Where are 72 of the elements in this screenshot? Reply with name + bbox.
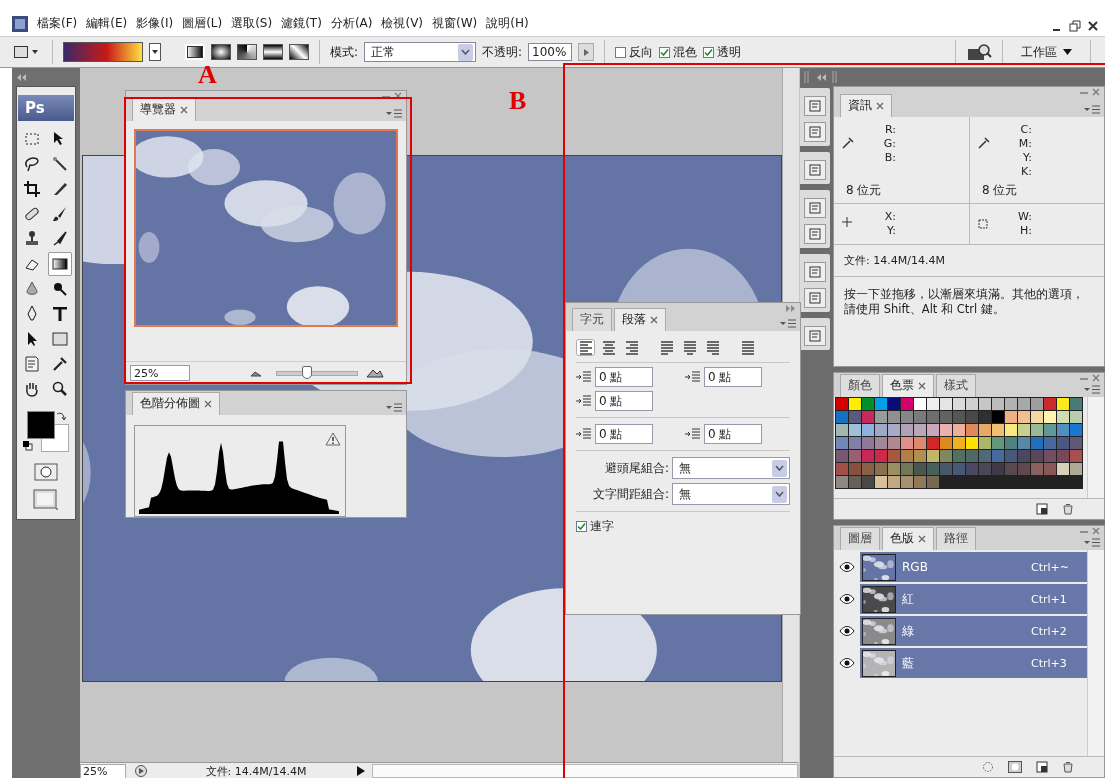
checkbox-label: 連字 — [590, 518, 614, 535]
dropdown[interactable]: 無 — [672, 483, 790, 505]
channel-row[interactable]: 綠 Ctrl+2 — [860, 616, 1087, 646]
info-label: B: — [884, 151, 896, 165]
menu-item[interactable]: 說明(H) — [486, 15, 529, 32]
channel-name: 紅 — [902, 590, 915, 608]
annotation-label: A — [198, 62, 217, 88]
channel-row[interactable]: 藍 Ctrl+3 — [860, 648, 1087, 678]
panel-tab[interactable]: 顏色 — [840, 374, 880, 397]
info-label: K: — [1021, 165, 1032, 179]
zoom-field[interactable]: 25% — [80, 763, 126, 778]
channel-shortcut: Ctrl+3 — [1031, 656, 1068, 670]
input-field[interactable]: 0 點 — [595, 367, 653, 387]
menu-item[interactable]: 檢視(V) — [381, 15, 424, 32]
dropdown[interactable]: 無 — [672, 457, 790, 479]
opacity-label: 不透明: — [482, 43, 523, 61]
panel-tab[interactable]: 段落 — [614, 308, 666, 331]
menu-item[interactable]: 檔案(F) — [37, 15, 78, 32]
dropdown-label: 文字間距組合: — [592, 485, 669, 503]
info-label: W: — [1018, 210, 1032, 224]
opacity-field[interactable]: 100% — [528, 43, 573, 61]
input-field[interactable]: 0 點 — [704, 367, 762, 387]
menu-item[interactable]: 視窗(W) — [432, 15, 478, 32]
input-field[interactable]: 0 點 — [595, 424, 653, 444]
channel-name: 綠 — [902, 622, 915, 640]
info-label: Y: — [1023, 151, 1032, 165]
channel-name: RGB — [902, 560, 929, 574]
channel-row[interactable]: 紅 Ctrl+1 — [860, 584, 1087, 614]
document-size-text: 文件: 14.4M/14.4M — [204, 763, 308, 778]
info-label: Y: — [887, 224, 896, 238]
document-size-text: 文件: 14.4M/14.4M — [834, 245, 1104, 277]
channel-row[interactable]: RGB Ctrl+~ — [860, 552, 1087, 582]
menu-item[interactable]: 影像(I) — [136, 15, 174, 32]
zoom-field[interactable]: 25% — [130, 365, 190, 381]
panel-tab[interactable]: 資訊 — [840, 94, 892, 117]
channel-shortcut: Ctrl+2 — [1031, 624, 1068, 638]
panel-tab[interactable]: 圖層 — [840, 527, 880, 550]
info-label: R: — [885, 123, 896, 137]
menu-item[interactable]: 分析(A) — [330, 15, 373, 32]
bit-depth-text: 8 位元 — [982, 182, 1018, 199]
panel-tab[interactable]: 色階分佈圖 — [132, 392, 220, 415]
app-logo: Ps — [18, 95, 74, 121]
annotation-label: B — [509, 88, 527, 114]
panel-tab[interactable]: 樣式 — [936, 374, 976, 397]
panel-tab[interactable]: 色票 — [882, 374, 934, 397]
input-field[interactable]: 0 點 — [595, 391, 653, 411]
hint-text: 按一下並拖移，以漸層來填滿。其他的選項，請使用 Shift、Alt 和 Ctrl 鍵。 — [843, 286, 1085, 318]
workspace-button[interactable]: 工作區 — [1013, 41, 1080, 63]
bit-depth-text: 8 位元 — [846, 182, 882, 199]
panel-tab[interactable]: 路徑 — [936, 527, 976, 550]
checkbox-label: 反向 — [629, 43, 654, 61]
channel-name: 藍 — [902, 654, 915, 672]
menu-item[interactable]: 圖層(L) — [182, 15, 223, 32]
info-label: X: — [884, 210, 896, 224]
channel-shortcut: Ctrl+~ — [1031, 560, 1070, 574]
mode-dropdown[interactable]: 正常 — [364, 42, 477, 62]
info-label: G: — [883, 137, 896, 151]
input-field[interactable]: 0 點 — [704, 424, 762, 444]
channel-shortcut: Ctrl+1 — [1031, 592, 1068, 606]
menu-item[interactable]: 選取(S) — [231, 15, 273, 32]
menu-item[interactable]: 濾鏡(T) — [281, 15, 322, 32]
panel-tab[interactable]: 導覽器 — [132, 98, 196, 121]
menu-item[interactable]: 編輯(E) — [86, 15, 128, 32]
checkbox-label: 混色 — [673, 43, 698, 61]
checkbox-label: 透明 — [717, 43, 742, 61]
dropdown-label: 避頭尾組合: — [604, 459, 669, 477]
panel-tab[interactable]: 色版 — [882, 527, 934, 550]
mode-label: 模式: — [330, 43, 359, 61]
info-label: C: — [1020, 123, 1032, 137]
info-label: M: — [1018, 137, 1032, 151]
panel-tab[interactable]: 字元 — [572, 308, 612, 331]
info-label: H: — [1020, 224, 1032, 238]
